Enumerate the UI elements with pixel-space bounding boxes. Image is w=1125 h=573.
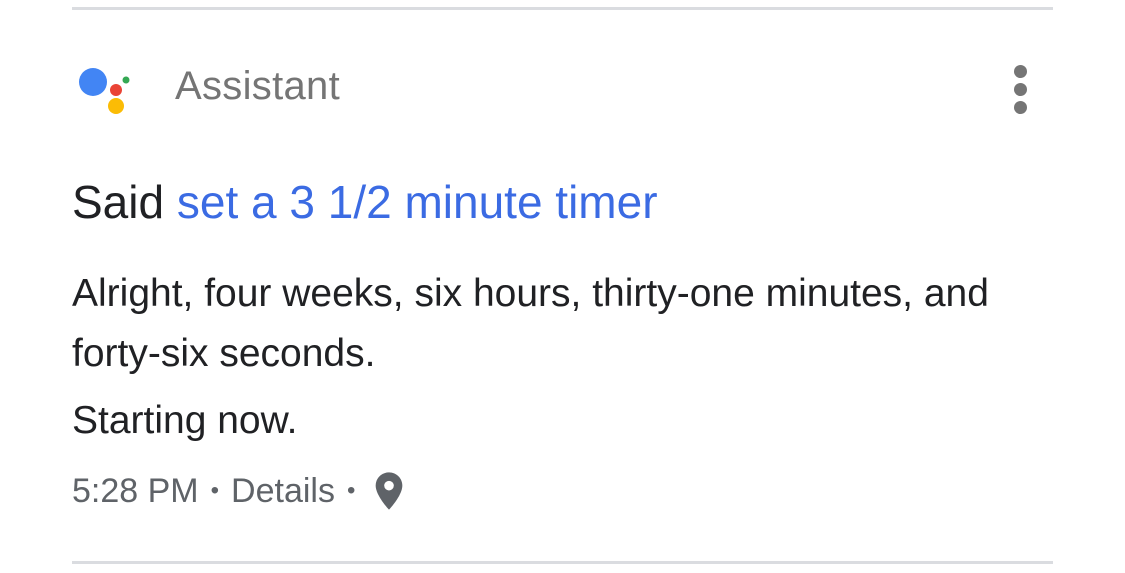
details-link[interactable]: Details [231,472,335,511]
activity-card: Assistant Said set a 3 1/2 minute timer … [0,0,1125,573]
query-line: Said set a 3 1/2 minute timer [72,176,658,228]
separator-dot: • [210,477,220,504]
assistant-response: Alright, four weeks, six hours, thirty-o… [72,272,989,375]
more-vert-icon [1014,65,1027,78]
assistant-logo-icon [79,68,130,114]
separator-dot: • [346,477,356,504]
card-header: Assistant [78,56,1038,116]
entry-metadata: 5:28 PM • Details • [72,468,405,514]
said-prefix: Said [72,176,165,228]
timestamp: 5:28 PM [72,471,199,510]
app-name: Assistant [175,64,340,108]
query-text-link[interactable]: set a 3 1/2 minute timer [177,176,658,228]
location-pin-icon[interactable] [373,471,405,511]
bottom-divider [72,561,1053,564]
top-divider [72,7,1053,10]
more-options-button[interactable] [1002,56,1038,116]
assistant-response-followup: Starting now. [72,399,298,442]
